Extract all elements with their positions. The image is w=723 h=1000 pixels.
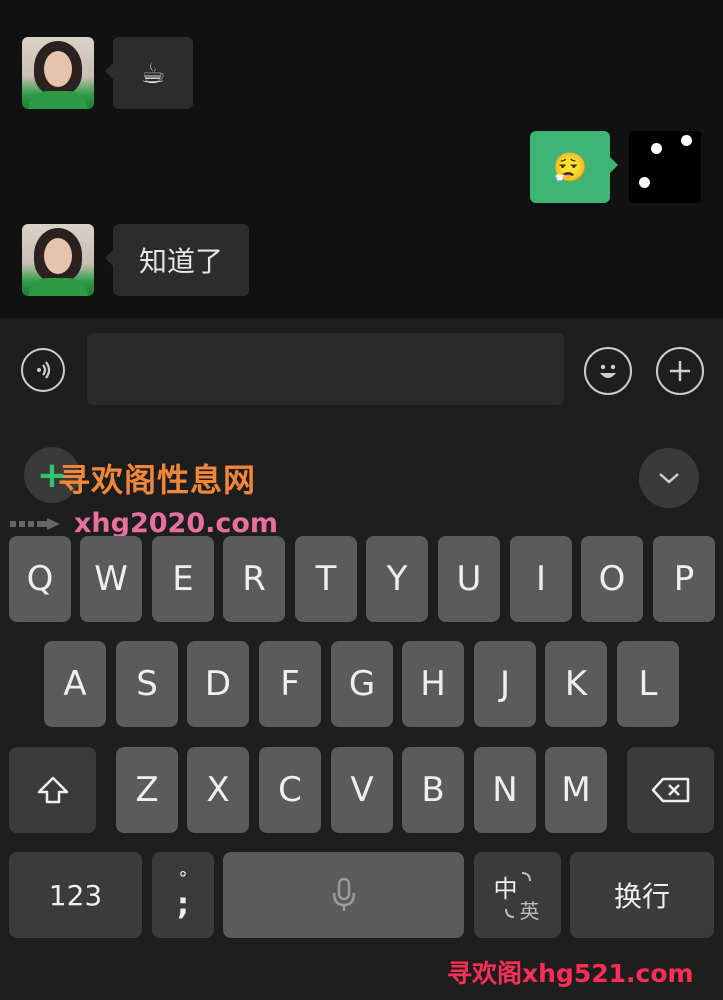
emoji-icon [600, 364, 616, 378]
key-k[interactable]: K [545, 641, 607, 727]
key-g[interactable]: G [331, 641, 393, 727]
key-t[interactable]: T [295, 536, 357, 622]
message-text: 知道了 [138, 245, 223, 278]
key-i[interactable]: I [510, 536, 572, 622]
key-o[interactable]: O [581, 536, 643, 622]
key-x[interactable]: X [187, 747, 249, 833]
watermark-url: xhg2020.com [74, 508, 279, 539]
enter-key[interactable]: 换行 [570, 852, 714, 938]
punct-top-label: ° [178, 868, 188, 889]
switch-arrows-icon [504, 872, 531, 918]
key-d[interactable]: D [187, 641, 249, 727]
message-bubble-outgoing[interactable]: 😮‍💨 [530, 131, 618, 203]
key-q[interactable]: Q [9, 536, 71, 622]
shift-icon [37, 776, 68, 804]
key-s[interactable]: S [116, 641, 178, 727]
watermark-arrow-icon [10, 518, 60, 530]
space-key[interactable] [223, 852, 464, 938]
message-bubble-incoming[interactable]: ☕ [105, 37, 193, 109]
key-y[interactable]: Y [366, 536, 428, 622]
key-n[interactable]: N [474, 747, 536, 833]
message-input[interactable] [87, 333, 564, 405]
key-b[interactable]: B [402, 747, 464, 833]
more-options-button[interactable] [656, 347, 704, 395]
key-v[interactable]: V [331, 747, 393, 833]
language-switch-key[interactable]: 中 英 [474, 852, 561, 938]
microphone-icon [332, 877, 355, 911]
key-r[interactable]: R [223, 536, 285, 622]
chevron-down-icon [659, 473, 679, 484]
key-j[interactable]: J [474, 641, 536, 727]
key-e[interactable]: E [152, 536, 214, 622]
key-u[interactable]: U [438, 536, 500, 622]
punct-bottom-label: ; [177, 887, 189, 922]
emoji-button[interactable] [584, 347, 632, 395]
footer-watermark: 寻欢阁xhg521.com [447, 959, 694, 988]
dice-avatar[interactable] [629, 131, 701, 203]
key-a[interactable]: A [44, 641, 106, 727]
key-m[interactable]: M [545, 747, 607, 833]
punctuation-key[interactable]: ° ; [152, 852, 214, 938]
key-p[interactable]: P [653, 536, 715, 622]
message-bubble-incoming[interactable]: 知道了 [105, 224, 249, 296]
key-w[interactable]: W [80, 536, 142, 622]
backspace-icon [651, 777, 689, 803]
coffee-emoji: ☕ [140, 56, 166, 90]
voice-input-button[interactable] [21, 348, 65, 392]
chat-message-list[interactable]: ☕ 😮‍💨 知道了 [0, 0, 723, 318]
shift-key[interactable] [9, 747, 96, 833]
plus-icon [670, 361, 690, 381]
avatar[interactable] [22, 224, 94, 296]
key-c[interactable]: C [259, 747, 321, 833]
key-l[interactable]: L [617, 641, 679, 727]
backspace-key[interactable] [627, 747, 714, 833]
key-f[interactable]: F [259, 641, 321, 727]
avatar[interactable] [22, 37, 94, 109]
watermark-title: 寻欢阁性息网 [58, 461, 257, 499]
key-h[interactable]: H [402, 641, 464, 727]
key-z[interactable]: Z [116, 747, 178, 833]
truncated-header-text [285, 0, 395, 2]
collapse-keyboard-button[interactable] [639, 448, 699, 508]
voice-icon [37, 361, 51, 379]
sighing-face-emoji: 😮‍💨 [552, 150, 588, 184]
numbers-key[interactable]: 123 [9, 852, 142, 938]
